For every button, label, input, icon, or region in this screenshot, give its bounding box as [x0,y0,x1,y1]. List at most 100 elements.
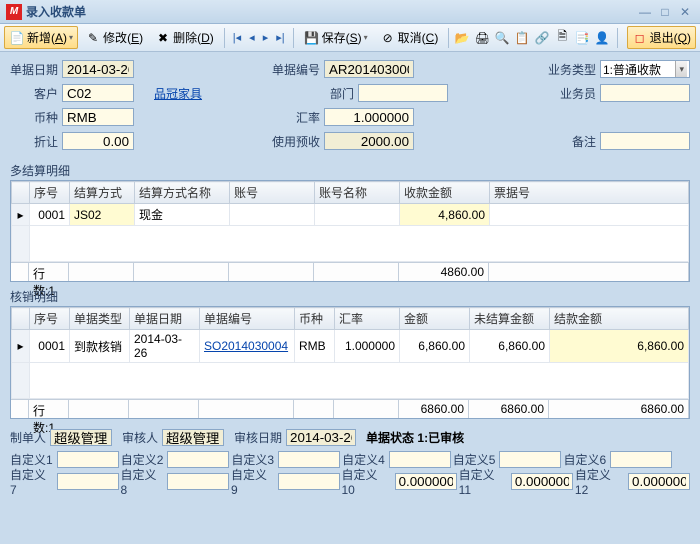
col2-settle[interactable]: 结款金额 [550,308,689,330]
table-row[interactable]: ▸ 0001 到款核销 2014-03-26 SO2014030004 RMB … [12,330,689,363]
maximize-button[interactable]: □ [656,5,674,19]
maker-label: 制单人 [10,429,48,446]
save-button[interactable]: 💾 保存(S)▾ [299,26,373,49]
minimize-button[interactable]: — [636,5,654,19]
audit-date-field[interactable] [286,429,356,446]
grid-footer: 行数:1 6860.00 6860.00 6860.00 [11,399,689,418]
remark-field[interactable] [600,132,690,150]
col2-no[interactable]: 单据编号 [200,308,295,330]
custom12-field[interactable] [628,473,690,490]
window-title: 录入收款单 [26,3,634,20]
bill-link[interactable]: SO2014030004 [204,339,288,353]
delete-button[interactable]: ✖ 删除(D) [150,26,219,49]
separator [224,28,225,48]
custom3-field[interactable] [278,451,340,468]
maker-field[interactable] [50,429,112,446]
remark-label: 备注 [548,133,600,150]
exit-button[interactable]: ◻ 退出(Q) [627,26,696,49]
tool-icon-6[interactable]: 🗎 [554,30,570,46]
row-indicator-icon: ▸ [12,204,30,226]
settlement-grid: 序号 结算方式 结算方式名称 账号 账号名称 收款金额 票据号 ▸ 0001 J… [10,180,690,282]
custom8-field[interactable] [167,473,229,490]
biztype-select[interactable]: 1:普通收款▾ [600,60,690,78]
status-label: 单据状态 1:已审核 [358,429,464,446]
table-row[interactable]: ▸ 0001 JS02 现金 4,860.00 [12,204,689,226]
tool-icon-4[interactable]: 📋 [514,30,530,46]
col-acctname[interactable]: 账号名称 [315,182,400,204]
col2-rate[interactable]: 汇率 [335,308,400,330]
rate-field[interactable] [324,108,414,126]
nav-next-icon[interactable]: ▸ [260,31,272,44]
title-bar: M 录入收款单 — □ ✕ [0,0,700,24]
dept-field[interactable] [358,84,448,102]
no-field[interactable] [324,60,414,78]
cust-code-field[interactable] [62,84,134,102]
nav-first-icon[interactable]: |◂ [230,31,244,44]
exit-icon: ◻ [632,30,648,46]
nav-prev-icon[interactable]: ◂ [246,31,258,44]
dept-label: 部门 [302,85,358,102]
edit-button[interactable]: ✎ 修改(E) [80,26,148,49]
tool-icon-2[interactable]: 🖨 [474,30,490,46]
cust-name-link[interactable]: 品冠家具 [154,85,202,102]
nav-last-icon[interactable]: ▸| [273,31,287,44]
separator [293,28,294,48]
currency-label: 币种 [10,109,62,126]
col-acct[interactable]: 账号 [230,182,315,204]
biztype-label: 业务类型 [548,61,600,78]
custom11-field[interactable] [511,473,573,490]
custom2-field[interactable] [167,451,229,468]
col2-open[interactable]: 未结算金额 [470,308,550,330]
rate-label: 汇率 [268,109,324,126]
col-amount[interactable]: 收款金额 [400,182,490,204]
row-header [12,182,30,204]
auditor-field[interactable] [162,429,224,446]
cust-label: 客户 [10,85,62,102]
tool-icon-7[interactable]: 📑 [574,30,590,46]
tool-icon-5[interactable]: 🔗 [534,30,550,46]
salesman-field[interactable] [600,84,690,102]
close-button[interactable]: ✕ [676,5,694,19]
row-indicator-icon: ▸ [12,330,30,363]
toolbar: 📄 新增(A)▾ ✎ 修改(E) ✖ 删除(D) |◂ ◂ ▸ ▸| 💾 保存(… [0,24,700,52]
new-icon: 📄 [9,30,25,46]
col-payname[interactable]: 结算方式名称 [135,182,230,204]
tool-icon-8[interactable]: 👤 [594,30,610,46]
discount-field[interactable] [62,132,134,150]
chevron-down-icon: ▾ [675,61,687,77]
col2-date[interactable]: 单据日期 [130,308,200,330]
edit-icon: ✎ [85,30,101,46]
custom9-field[interactable] [278,473,340,490]
prepaid-field[interactable] [324,132,414,150]
col2-seq[interactable]: 序号 [30,308,70,330]
custom1-field[interactable] [57,451,119,468]
date-field[interactable] [62,60,134,78]
header-form: 单据日期 单据编号 业务类型 1:普通收款▾ 客户 品冠家具 部门 业务员 币种… [0,52,700,160]
discount-label: 折让 [10,133,62,150]
footer-form: 制单人 审核人 审核日期 单据状态 1:已审核 自定义1 自定义2 自定义3 自… [0,423,700,497]
custom4-field[interactable] [389,451,451,468]
chevron-down-icon: ▾ [364,33,368,42]
tool-icon-1[interactable]: 📂 [454,30,470,46]
custom10-field[interactable] [395,473,457,490]
section-writeoff-label: 核销明细 [0,286,700,306]
col-seq[interactable]: 序号 [30,182,70,204]
writeoff-grid: 序号 单据类型 单据日期 单据编号 币种 汇率 金额 未结算金额 结款金额 ▸ … [10,306,690,419]
col2-type[interactable]: 单据类型 [70,308,130,330]
chevron-down-icon: ▾ [69,33,73,42]
section-settlement-label: 多结算明细 [0,160,700,180]
col-paycode[interactable]: 结算方式 [70,182,135,204]
tool-icon-3[interactable]: 🔍 [494,30,510,46]
col2-amt[interactable]: 金额 [400,308,470,330]
new-button[interactable]: 📄 新增(A)▾ [4,26,78,49]
auditor-label: 审核人 [122,429,160,446]
separator [617,28,618,48]
col-billno[interactable]: 票据号 [490,182,689,204]
app-icon: M [6,4,22,20]
col2-cur[interactable]: 币种 [295,308,335,330]
custom7-field[interactable] [57,473,119,490]
salesman-label: 业务员 [548,85,600,102]
currency-field[interactable] [62,108,134,126]
cancel-button[interactable]: ⊘ 取消(C) [375,26,444,49]
save-icon: 💾 [304,30,320,46]
